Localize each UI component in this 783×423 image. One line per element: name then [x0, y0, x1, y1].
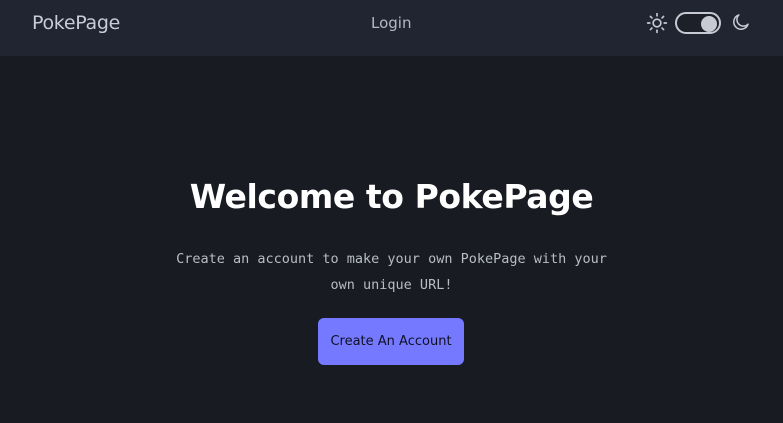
theme-toggle[interactable] — [675, 12, 721, 34]
moon-icon — [733, 14, 749, 30]
create-account-button[interactable]: Create An Account — [318, 318, 464, 365]
navbar: PokePage Login — [0, 0, 783, 56]
theme-toggle-knob — [701, 16, 717, 32]
login-link[interactable]: Login — [371, 14, 411, 32]
main-content: Welcome to PokePage Create an account to… — [0, 56, 783, 423]
hero-description: Create an account to make your own PokeP… — [176, 251, 607, 293]
page-title: Welcome to PokePage — [189, 177, 594, 216]
brand-logo-link[interactable]: PokePage — [32, 12, 120, 34]
sun-icon — [646, 12, 668, 34]
